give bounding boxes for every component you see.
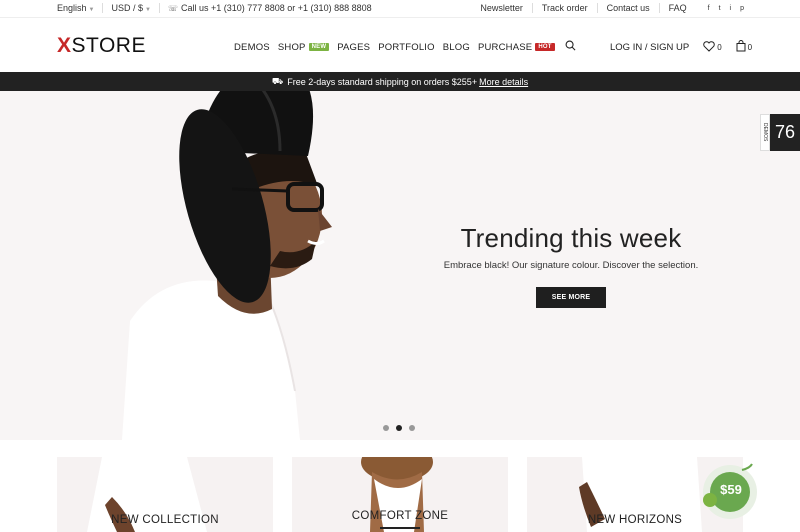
logo-mark: X xyxy=(57,34,72,57)
nav-item-shop[interactable]: SHOP NEW xyxy=(277,41,330,53)
category-tiles: NEW COLLECTION COMFORT ZONE NEW HORIZONS xyxy=(0,440,800,532)
promo-text: Free 2-days standard shipping on orders … xyxy=(287,76,478,87)
faq-link[interactable]: FAQ xyxy=(658,3,696,13)
nav-item-demos[interactable]: DEMOS xyxy=(234,42,270,53)
demos-side-tab[interactable]: DEMOS 76 xyxy=(760,114,800,151)
newsletter-link[interactable]: Newsletter xyxy=(471,3,532,13)
hero-slider: Trending this week Embrace black! Our si… xyxy=(0,91,800,440)
hero-title: Trending this week xyxy=(460,223,682,253)
price-badge[interactable]: $59 xyxy=(700,462,758,520)
cart-count: 0 xyxy=(747,42,753,52)
tile-caption: COMFORT ZONE xyxy=(351,510,449,522)
wishlist-count: 0 xyxy=(717,42,722,52)
cart-button[interactable]: 0 xyxy=(736,40,752,54)
contact-us-link[interactable]: Contact us xyxy=(596,3,659,13)
slider-dots xyxy=(383,425,415,431)
demos-tab-label: DEMOS xyxy=(760,114,770,151)
currency-selector[interactable]: USD / $ ▼ xyxy=(111,3,150,13)
nav-item-blog[interactable]: BLOG xyxy=(443,42,470,53)
slider-dot[interactable] xyxy=(383,425,389,431)
phone-icon: ☏ xyxy=(167,3,178,13)
promo-strip: ⛟ Free 2-days standard shipping on order… xyxy=(0,72,800,91)
divider xyxy=(102,3,104,13)
tile-new-collection[interactable]: NEW COLLECTION xyxy=(57,457,273,532)
new-badge: NEW xyxy=(308,43,330,51)
demos-count: 76 xyxy=(770,114,800,151)
see-more-button[interactable]: SEE MORE xyxy=(536,287,606,308)
twitter-icon[interactable]: t xyxy=(719,5,721,12)
main-nav: DEMOS SHOP NEW PAGES PORTFOLIO BLOG PURCH… xyxy=(234,40,576,54)
hero-text-block: Trending this week Embrace black! Our si… xyxy=(440,223,702,308)
language-selector[interactable]: English ▼ xyxy=(57,3,94,13)
language-label: English xyxy=(57,3,87,13)
nav-item-purchase[interactable]: PURCHASE HOT xyxy=(478,42,555,53)
social-links: f t i p xyxy=(708,5,744,12)
slider-dot-active[interactable] xyxy=(396,425,402,431)
currency-label: USD / $ xyxy=(111,3,143,13)
heart-icon xyxy=(703,40,717,54)
track-order-link[interactable]: Track order xyxy=(531,3,597,13)
site-logo[interactable]: X STORE xyxy=(57,34,146,58)
divider xyxy=(158,3,160,13)
truck-icon: ⛟ xyxy=(271,75,284,86)
more-details-link[interactable]: More details xyxy=(479,77,528,87)
slider-dot[interactable] xyxy=(409,425,415,431)
nav-item-portfolio[interactable]: PORTFOLIO xyxy=(378,42,435,53)
top-bar-right: Newsletter Track order Contact us FAQ f … xyxy=(471,3,744,13)
phone-text: Call us +1 (310) 777 8808 or +1 (310) 88… xyxy=(180,3,372,13)
hero-image xyxy=(120,91,380,440)
tile-underline xyxy=(380,527,420,529)
instagram-icon[interactable]: i xyxy=(730,5,732,12)
hot-badge: HOT xyxy=(535,43,555,51)
top-bar-left: English ▼ USD / $ ▼ ☏ Call us +1 (310) 777… xyxy=(57,3,372,13)
nav-item-purchase-label: PURCHASE xyxy=(477,41,533,53)
nav-item-pages[interactable]: PAGES xyxy=(337,42,370,53)
logo-text: STORE xyxy=(71,34,146,57)
login-signup-link[interactable]: LOG IN / SIGN UP xyxy=(610,42,689,53)
main-header: X STORE DEMOS SHOP NEW PAGES PORTFOLIO BLO… xyxy=(0,19,800,72)
chevron-down-icon: ▼ xyxy=(88,7,95,13)
bag-icon xyxy=(736,40,748,54)
facebook-icon[interactable]: f xyxy=(708,5,710,12)
pinterest-icon[interactable]: p xyxy=(740,5,744,12)
wishlist-button[interactable]: 0 xyxy=(703,40,722,54)
account-area: LOG IN / SIGN UP 0 0 xyxy=(610,40,752,54)
chevron-down-icon: ▼ xyxy=(145,7,151,13)
hero-subtitle: Embrace black! Our signature colour. Dis… xyxy=(443,260,699,271)
tile-comfort-zone[interactable]: COMFORT ZONE xyxy=(292,457,508,532)
tile-caption: NEW COLLECTION xyxy=(111,514,219,526)
top-bar: English ▼ USD / $ ▼ ☏ Call us +1 (310) 777… xyxy=(0,0,800,18)
search-icon[interactable] xyxy=(565,40,576,54)
price-badge-text: $59 xyxy=(720,482,742,497)
nav-item-shop-label: SHOP xyxy=(277,41,306,53)
